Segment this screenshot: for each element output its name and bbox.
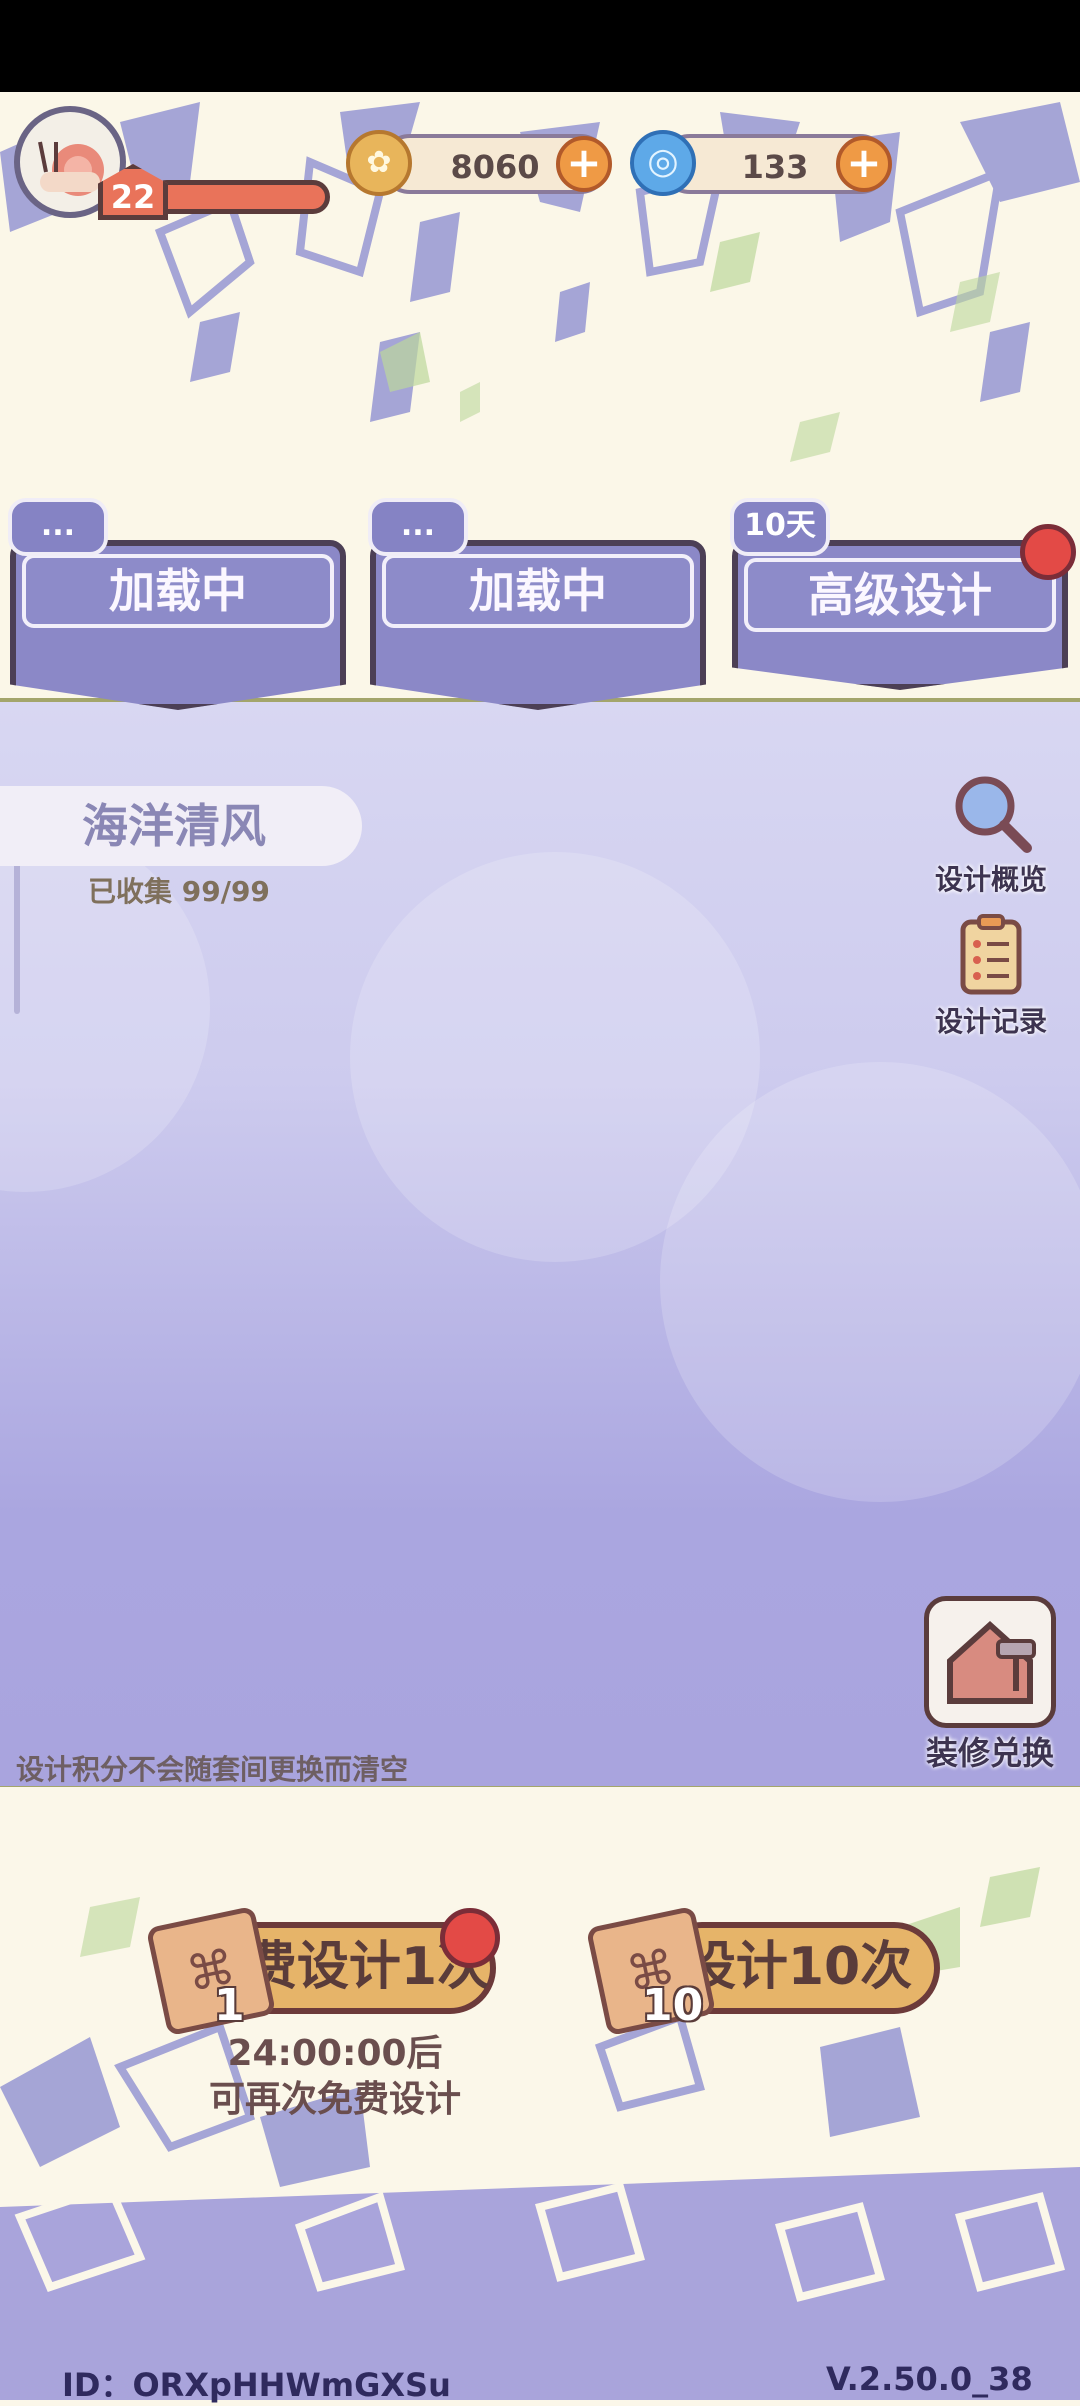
banner-tag: 10天 (730, 498, 830, 556)
banner-title: 高级设计 (744, 558, 1056, 632)
tool-label: 设计记录 (934, 1005, 1047, 1038)
notification-dot (440, 1908, 500, 1968)
theme-name: 海洋清风 (0, 786, 362, 866)
clipboard-icon (960, 914, 1022, 995)
banner-title: 加载中 (382, 554, 694, 628)
add-gem-button[interactable]: + (836, 136, 892, 192)
exchange-label: 装修兑换 (925, 1734, 1054, 1772)
ten-count: 10 (642, 1980, 704, 2031)
free-timer-note: 可再次免费设计 (208, 2079, 461, 2120)
scroll-icon: ⌘ (145, 1905, 277, 2037)
system-status-bar (0, 0, 1080, 92)
exchange-icon-frame (924, 1596, 1056, 1728)
gem-icon: ◎ (630, 130, 696, 196)
add-coin-button[interactable]: + (556, 136, 612, 192)
banner-card-2[interactable]: 加载中 ... (368, 498, 706, 710)
magnifier-icon (955, 776, 1032, 853)
free-timer: 24:00:00后 (227, 2033, 443, 2074)
bokeh-light (660, 1062, 1080, 1502)
points-notice: 设计积分不会随套间更换而清空 (16, 1753, 409, 1786)
decor-exchange-button[interactable]: 装修兑换 (920, 1596, 1060, 1774)
player-id: ID：ORXpHHWmGXSu (62, 2366, 451, 2404)
notification-dot (1020, 524, 1076, 580)
house-roller-icon (947, 1620, 1036, 1704)
banner-tag: ... (368, 498, 468, 556)
level-progress-bar (150, 180, 330, 214)
banner-card-advanced[interactable]: 高级设计 10天 (730, 498, 1068, 690)
app-version: V.2.50.0_38 (826, 2360, 1033, 2398)
collection-progress: 已收集 99/99 (88, 875, 270, 908)
design-overview-button[interactable]: 设计概览 (920, 770, 1062, 898)
banner-tag: ... (8, 498, 108, 556)
banner-card-1[interactable]: 加载中 ... (8, 498, 346, 710)
banner-title: 加载中 (22, 554, 334, 628)
design-record-button[interactable]: 设计记录 (920, 912, 1062, 1040)
coin-icon: ✿ (346, 130, 412, 196)
tool-label: 设计概览 (934, 863, 1047, 896)
